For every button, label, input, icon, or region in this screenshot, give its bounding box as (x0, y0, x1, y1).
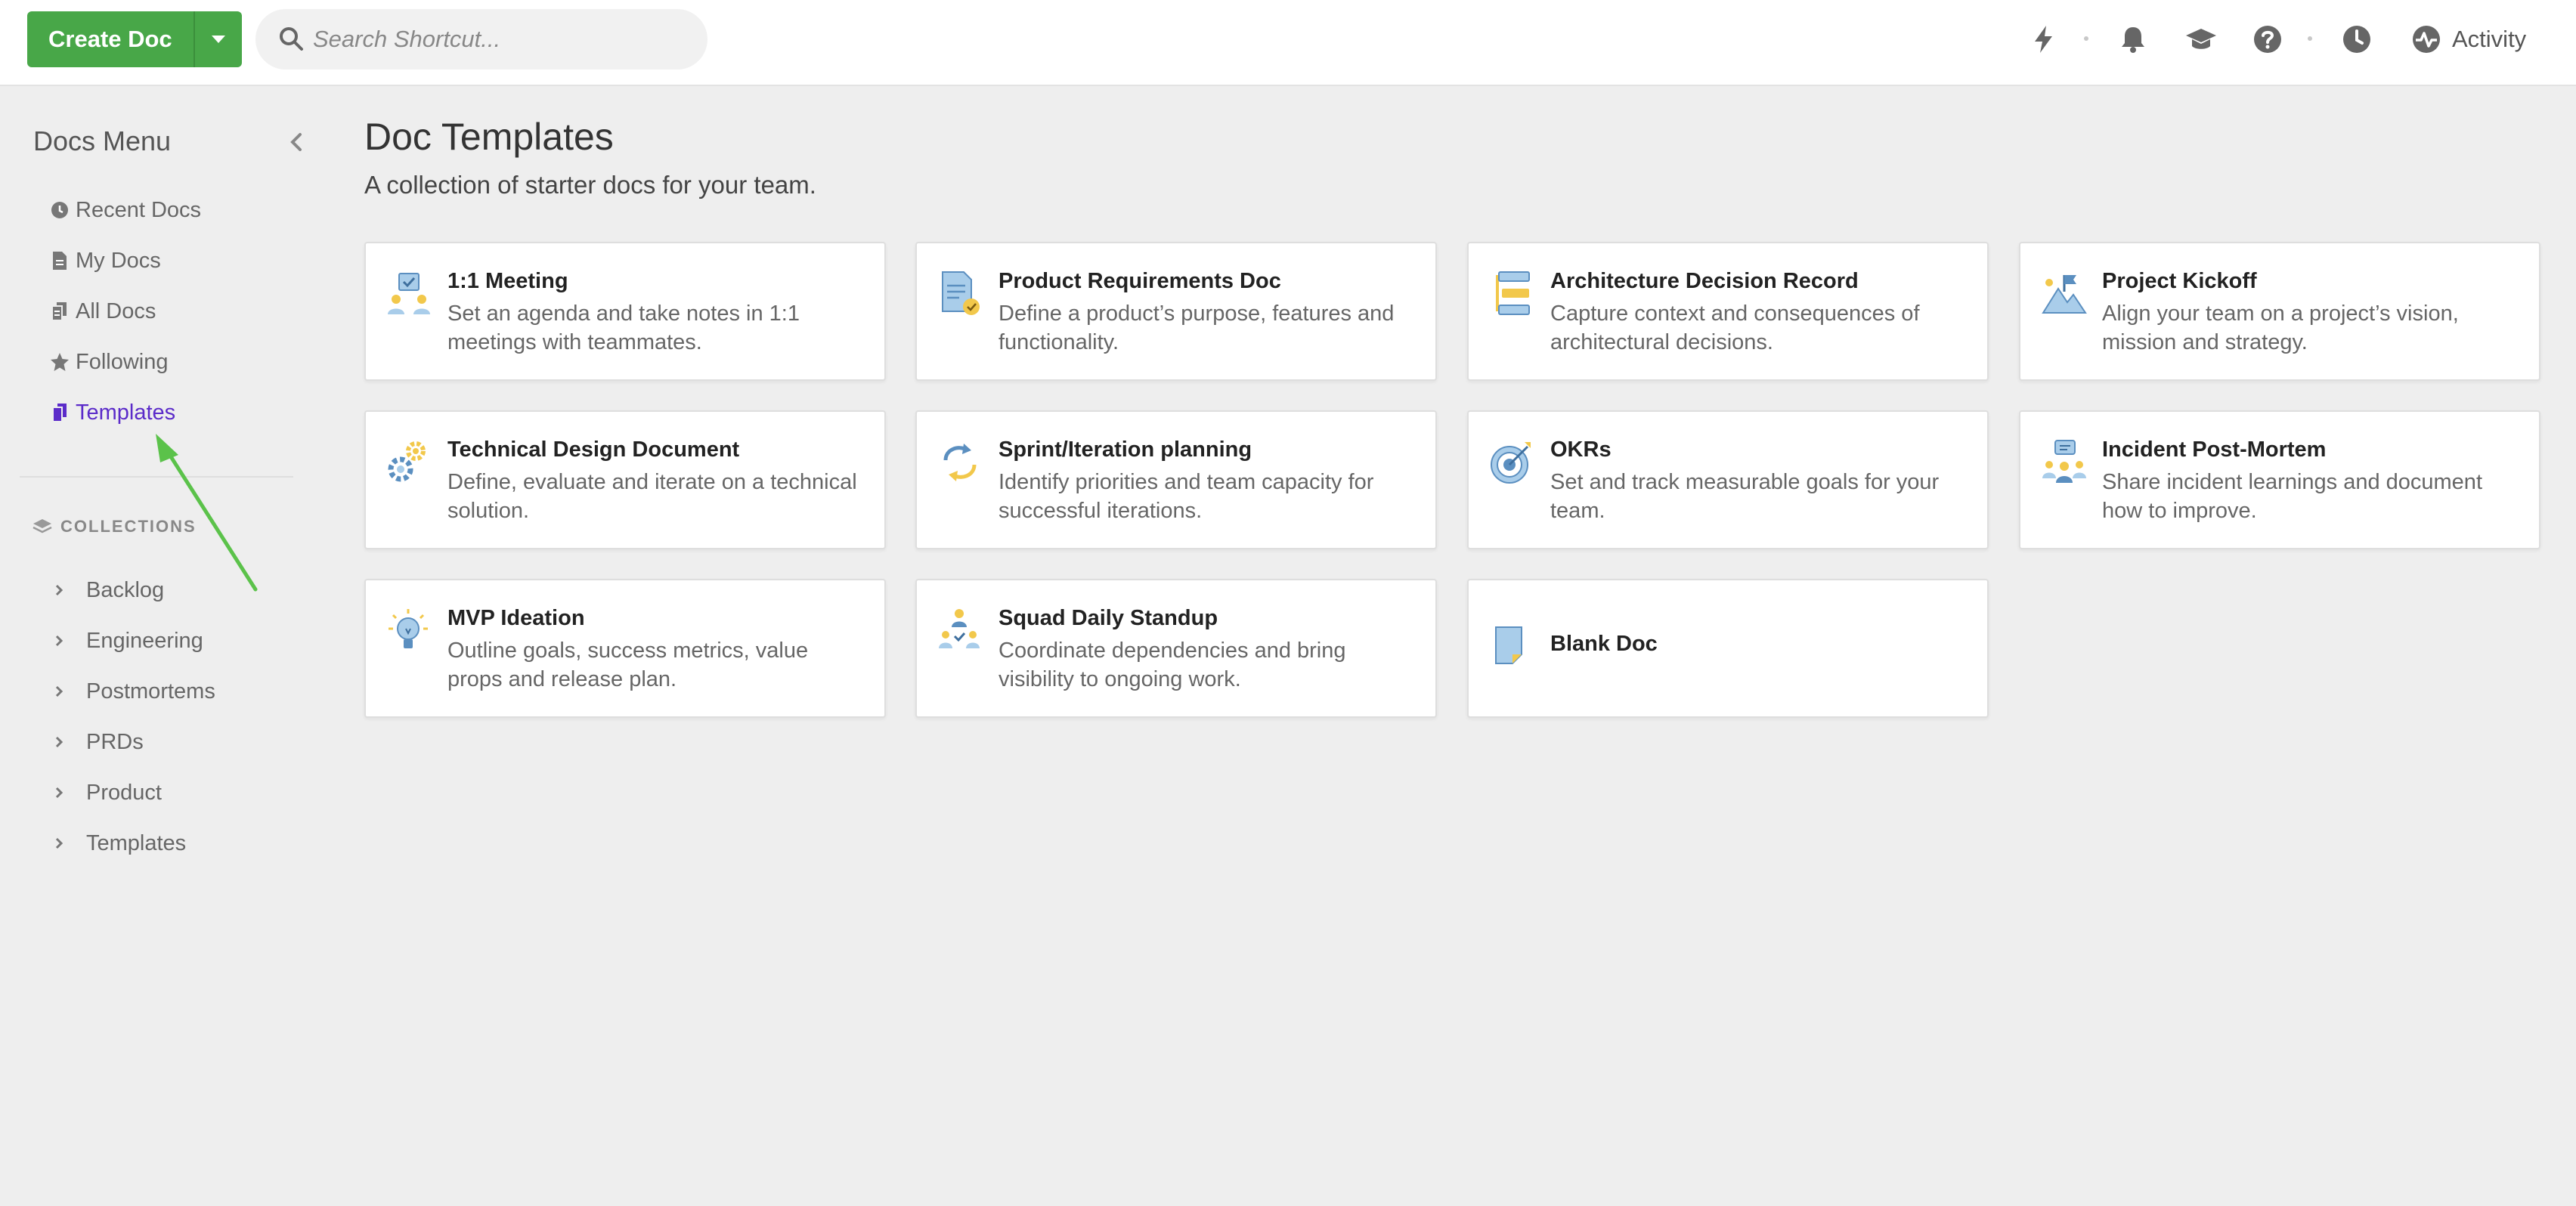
page-subtitle: A collection of starter docs for your te… (364, 171, 816, 199)
template-card-product-requirements-doc[interactable]: Product Requirements Doc Define a produc… (915, 242, 1437, 381)
template-card-technical-design-document[interactable]: Technical Design Document Define, evalua… (364, 410, 886, 549)
help-icon[interactable] (2251, 23, 2284, 56)
template-title: Incident Post-Mortem (2102, 438, 2327, 462)
architecture-icon (1496, 271, 1530, 315)
mountain-flag-icon (2042, 275, 2087, 314)
template-title: Blank Doc (1550, 632, 1658, 656)
team-discussion-icon (2042, 440, 2086, 483)
collection-label: Templates (86, 830, 187, 855)
meeting-icon (388, 273, 430, 314)
template-card-squad-daily-standup[interactable]: Squad Daily Standup Coordinate dependenc… (915, 579, 1437, 718)
squad-icon (939, 609, 980, 648)
collection-label: Engineering (86, 628, 203, 653)
page-title: Doc Templates (364, 116, 614, 158)
top-bar: Create Doc Search Shortcut... Activity (0, 0, 2576, 86)
search-input[interactable]: Search Shortcut... (255, 9, 707, 70)
gears-icon (388, 441, 426, 482)
template-card-1-1-meeting[interactable]: 1:1 Meeting Set an agenda and take notes… (364, 242, 886, 381)
template-title: Sprint/Iteration planning (999, 438, 1252, 462)
lightbulb-icon (389, 609, 428, 648)
collection-item-postmortems[interactable]: Postmortems (51, 675, 215, 708)
template-description: Define a product’s purpose, features and… (999, 302, 1395, 354)
template-title: Technical Design Document (447, 438, 740, 462)
activity-icon[interactable] (2410, 23, 2443, 56)
clock-icon[interactable] (2340, 23, 2373, 56)
lightning-icon[interactable] (2027, 23, 2060, 56)
search-placeholder: Search Shortcut... (313, 26, 501, 52)
graduation-cap-icon[interactable] (2184, 23, 2218, 56)
collection-item-product[interactable]: Product (51, 776, 162, 809)
template-card-architecture-decision-record[interactable]: Architecture Decision Record Capture con… (1467, 242, 1989, 381)
chevron-right-icon (55, 635, 63, 647)
separator-dot (2308, 36, 2312, 41)
template-card-sprint-iteration-planning[interactable]: Sprint/Iteration planning Identify prior… (915, 410, 1437, 549)
template-description: Outline goals, success metrics, value pr… (447, 639, 809, 691)
collection-label: Product (86, 780, 162, 805)
template-description: Set an agenda and take notes in 1:1 meet… (447, 302, 800, 354)
template-description: Identify priorities and team capacity fo… (999, 470, 1374, 523)
blank-doc-icon (1495, 626, 1522, 664)
template-title: Product Requirements Doc (999, 269, 1281, 293)
template-title: Squad Daily Standup (999, 606, 1218, 630)
template-description: Align your team on a project’s vision, m… (2102, 302, 2459, 354)
template-card-okrs[interactable]: OKRs Set and track measurable goals for … (1467, 410, 1989, 549)
template-description: Set and track measurable goals for your … (1550, 470, 1940, 523)
collection-label: Postmortems (86, 679, 215, 704)
template-title: OKRs (1550, 438, 1612, 462)
template-card-project-kickoff[interactable]: Project Kickoff Align your team on a pro… (2019, 242, 2540, 381)
requirements-doc-icon (942, 271, 980, 315)
template-title: Project Kickoff (2102, 269, 2257, 293)
target-icon (1491, 442, 1531, 484)
activity-button[interactable]: Activity (2452, 23, 2526, 56)
collection-item-templates[interactable]: Templates (51, 827, 186, 860)
template-title: 1:1 Meeting (447, 269, 568, 293)
template-card-incident-post-mortem[interactable]: Incident Post-Mortem Share incident lear… (2019, 410, 2540, 549)
template-description: Capture context and consequences of arch… (1550, 302, 1920, 354)
template-description: Share incident learnings and document ho… (2102, 470, 2482, 523)
template-card-mvp-ideation[interactable]: MVP Ideation Outline goals, success metr… (364, 579, 886, 718)
template-description: Coordinate dependencies and bring visibi… (999, 639, 1346, 691)
annotation-arrow (156, 434, 258, 592)
chevron-right-icon (55, 736, 63, 748)
collection-item-engineering[interactable]: Engineering (51, 624, 203, 657)
cycle-icon (943, 444, 977, 481)
chevron-right-icon (55, 685, 63, 697)
collection-label: PRDs (86, 729, 144, 754)
template-title: MVP Ideation (447, 606, 585, 630)
collection-item-prds[interactable]: PRDs (51, 725, 144, 759)
chevron-right-icon (55, 787, 63, 799)
template-title: Architecture Decision Record (1550, 269, 1859, 293)
template-description: Define, evaluate and iterate on a techni… (447, 470, 857, 523)
chevron-right-icon (55, 837, 63, 849)
bell-icon[interactable] (2116, 23, 2150, 56)
template-card-blank-doc[interactable]: Blank Doc (1467, 579, 1989, 718)
separator-dot (2084, 36, 2088, 41)
